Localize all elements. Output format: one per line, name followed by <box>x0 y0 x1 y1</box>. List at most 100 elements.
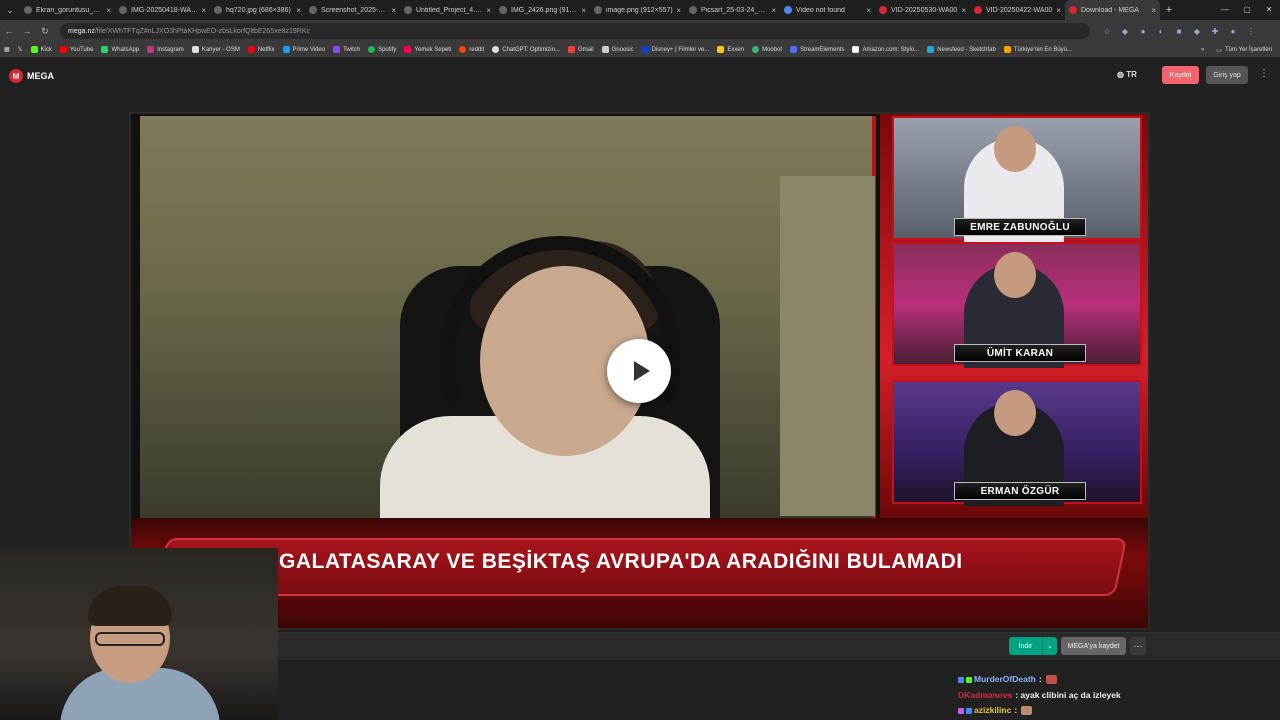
bookmark[interactable]: Kariyer - OSM <box>191 46 240 53</box>
mega-logo[interactable]: M MEGA <box>9 69 54 83</box>
streamelements-icon <box>790 46 798 53</box>
new-tab-button[interactable]: + <box>1160 4 1178 16</box>
play-button[interactable] <box>607 339 671 403</box>
commentator-head <box>994 126 1036 172</box>
browser-tab[interactable]: IMG-20250418-WA00 × <box>115 0 210 20</box>
chevron-right-icon[interactable]: » <box>1201 47 1204 53</box>
streamer-webcam-overlay <box>0 548 278 720</box>
tab-label: IMG_2426.png (912×4 <box>511 6 579 14</box>
all-bookmarks-label: Tüm Yer İşaretleri <box>1224 47 1272 53</box>
extension-icon[interactable]: ◆ <box>1188 27 1206 36</box>
bookmark[interactable]: Twitch <box>333 46 360 53</box>
close-icon[interactable]: × <box>866 6 871 15</box>
maximize-icon[interactable]: ▢ <box>1236 0 1258 20</box>
page-icon <box>1003 46 1011 53</box>
close-icon[interactable]: × <box>676 6 681 15</box>
bookmark[interactable]: Prime Video <box>282 46 325 53</box>
tab-search-button[interactable]: ⌄ <box>0 0 20 20</box>
url-input[interactable]: mega.nz/file/XWhTFTqZ#nLJXO3hPtaKHpwEO-z… <box>60 23 1090 39</box>
close-icon[interactable]: × <box>106 6 111 15</box>
bookmark[interactable]: Instagram <box>147 46 184 53</box>
extension-icon[interactable]: ■ <box>1170 27 1188 36</box>
menu-dots-icon[interactable]: ⋮ <box>1242 27 1260 36</box>
page-icon <box>191 46 199 53</box>
signup-button[interactable]: Kaydol <box>1162 66 1199 84</box>
bookmarks-bar: ▦ 𝕏 Kick YouTube WhatsApp Instagram Kari… <box>0 42 1280 58</box>
browser-tab[interactable]: VID-20250530-WA00 × <box>875 0 970 20</box>
bookmark[interactable]: Kick <box>30 46 52 53</box>
language-selector[interactable]: ◍ TR <box>1117 70 1137 79</box>
all-bookmarks[interactable]: » ▭ Tüm Yer İşaretleri <box>1201 42 1272 58</box>
star-icon[interactable]: ☆ <box>1098 27 1116 36</box>
apps-icon[interactable]: ▦ <box>4 46 10 53</box>
tab-label: Picsart_25-03-24_00-4 <box>701 6 769 14</box>
puzzle-icon[interactable]: ✚ <box>1206 27 1224 36</box>
close-icon[interactable]: × <box>391 6 396 15</box>
browser-tab[interactable]: hq720.jpg (686×386) × <box>210 0 305 20</box>
browser-tab[interactable]: Screenshot_2025-04-2 × <box>305 0 400 20</box>
play-icon <box>633 361 650 381</box>
bookmark[interactable]: reddit <box>459 46 484 53</box>
close-icon[interactable]: × <box>581 6 586 15</box>
bookmark[interactable]: Spotify <box>368 46 396 53</box>
profile-icon[interactable]: ● <box>1224 27 1242 36</box>
browser-tab[interactable]: image.png (912×557) × <box>590 0 685 20</box>
extension-icon[interactable]: ◆ <box>1116 27 1134 36</box>
bookmark[interactable]: Exxen <box>717 46 744 53</box>
tab-label: VID-20250422-WA00 <box>986 6 1053 14</box>
close-icon[interactable]: × <box>486 6 491 15</box>
twitch-icon <box>333 46 341 53</box>
download-button[interactable]: İndir <box>1009 637 1042 655</box>
bookmark[interactable]: Moobot <box>752 46 782 53</box>
close-icon[interactable]: × <box>296 6 301 15</box>
close-icon[interactable]: × <box>771 6 776 15</box>
spotify-icon <box>368 46 376 53</box>
bookmark[interactable]: WhatsApp <box>101 46 139 53</box>
bookmark[interactable]: Yemek Sepeti <box>404 46 451 53</box>
bookmark-label: reddit <box>469 46 485 53</box>
login-button[interactable]: Giriş yap <box>1206 66 1248 84</box>
browser-tab[interactable]: Picsart_25-03-24_00-4 × <box>685 0 780 20</box>
x-icon[interactable]: 𝕏 <box>18 46 23 53</box>
close-icon[interactable]: × <box>1151 6 1156 15</box>
bookmark[interactable]: YouTube <box>59 46 93 53</box>
bookmark[interactable]: Gmail <box>567 46 594 53</box>
menu-dots-icon[interactable]: ⋮ <box>1259 68 1269 79</box>
bookmark[interactable]: StreamElements <box>790 46 844 53</box>
extension-icon[interactable]: ● <box>1134 27 1152 36</box>
extension-icon[interactable]: ◐ <box>1152 27 1170 36</box>
language-label: TR <box>1126 70 1137 79</box>
bookmark-label: Moobot <box>762 46 783 53</box>
close-icon[interactable]: × <box>201 6 206 15</box>
bookmark[interactable]: Netflix <box>247 46 275 53</box>
save-to-mega-button[interactable]: MEGA'ya kaydet <box>1061 637 1126 655</box>
close-window-icon[interactable]: ✕ <box>1258 0 1280 20</box>
browser-tab[interactable]: Video not found × <box>780 0 875 20</box>
browser-tab[interactable]: Untitled_Project_4.jpg × <box>400 0 495 20</box>
chat-username: azizkilinc <box>974 705 1012 715</box>
browser-tab-active[interactable]: Download - MEGA × <box>1065 0 1160 20</box>
url-path: /file/XWhTFTqZ#nLJXO3hPtaKHpwEO-zbsLkorf… <box>94 27 311 35</box>
close-icon[interactable]: × <box>961 6 966 15</box>
forward-icon[interactable]: → <box>18 26 36 36</box>
bookmark[interactable]: Newsfeed - Sketchfab <box>927 46 996 53</box>
more-options-button[interactable]: ⋯ <box>1130 637 1146 655</box>
minimize-icon[interactable]: — <box>1214 0 1236 20</box>
close-icon[interactable]: × <box>1056 6 1061 15</box>
browser-tab[interactable]: VID-20250422-WA00 × <box>970 0 1065 20</box>
bookmark[interactable]: Türkiye'nin En Büyü... <box>1003 46 1072 53</box>
tab-favicon <box>879 6 887 14</box>
reload-icon[interactable]: ↻ <box>36 26 54 37</box>
headline-band: GALATASARAY VE BEŞİKTAŞ AVRUPA'DA ARADIĞ… <box>131 518 1148 628</box>
bookmark[interactable]: ChatGPT: Optimizin... <box>492 46 560 53</box>
back-icon[interactable]: ← <box>0 26 18 36</box>
chatgpt-icon <box>492 46 500 53</box>
browser-tab[interactable]: Ekran_goruntusu_2025 × <box>20 0 115 20</box>
bookmark[interactable]: Gnoosic <box>601 46 634 53</box>
bookmark[interactable]: Amazon.com: Stylo... <box>852 46 919 53</box>
bookmark-label: Instagram <box>157 46 184 53</box>
chevron-down-icon[interactable]: ⌄ <box>1042 637 1057 655</box>
browser-tab[interactable]: IMG_2426.png (912×4 × <box>495 0 590 20</box>
bookmark[interactable]: Disney+ | Filmler ve... <box>641 46 709 53</box>
tab-label: hq720.jpg (686×386) <box>226 6 291 14</box>
